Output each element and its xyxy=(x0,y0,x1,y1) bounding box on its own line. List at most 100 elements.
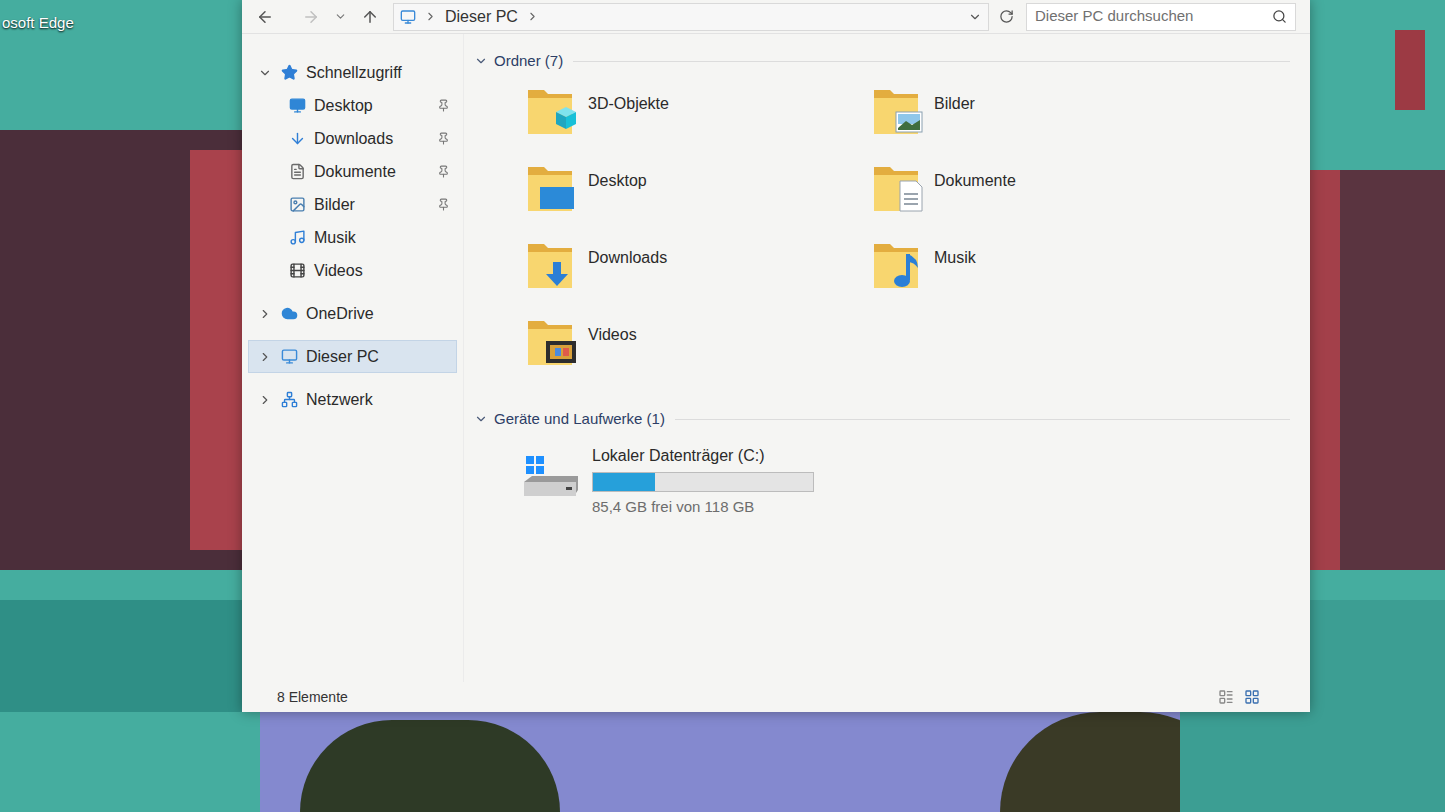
film-icon xyxy=(289,262,306,279)
separator-icon xyxy=(526,10,539,23)
nav-label: Netzwerk xyxy=(306,388,456,412)
folder-label: Videos xyxy=(588,313,637,347)
chevron-right-icon[interactable] xyxy=(258,393,272,407)
folder-document-icon xyxy=(870,159,926,215)
wallpaper-shape xyxy=(190,150,245,550)
nav-label: Downloads xyxy=(314,127,437,151)
section-header[interactable]: Ordner (7) xyxy=(474,50,1290,72)
folder-tile[interactable]: Desktop xyxy=(524,159,870,236)
address-dropdown-icon[interactable] xyxy=(968,10,982,24)
content-pane: Ordner (7) 3D-Objekte Bilder Desktop Dokumen… xyxy=(464,34,1310,682)
pin-icon xyxy=(437,165,450,178)
nav-group[interactable]: OneDrive xyxy=(248,297,457,330)
nav-item[interactable]: Dokumente xyxy=(248,155,457,188)
folder-video-icon xyxy=(524,313,580,369)
nav-group[interactable]: Netzwerk xyxy=(248,383,457,416)
chevron-down-icon[interactable] xyxy=(258,66,272,80)
history-chevron-icon[interactable] xyxy=(334,10,347,23)
folder-download-icon xyxy=(524,236,580,292)
folder-label: Dokumente xyxy=(934,159,1016,193)
section-title: Geräte und Laufwerke (1) xyxy=(494,408,665,431)
wallpaper-shape xyxy=(1395,30,1425,110)
folder-tile[interactable]: Videos xyxy=(524,313,870,390)
nav-group[interactable]: Schnellzugriff xyxy=(248,56,457,89)
folder-tile[interactable]: Musik xyxy=(870,236,1216,313)
chevron-down-icon[interactable] xyxy=(474,412,488,426)
chevron-down-icon[interactable] xyxy=(474,54,488,68)
section-divider xyxy=(573,61,1290,62)
network-icon xyxy=(281,391,298,408)
desktop-shortcut-label[interactable]: osoft Edge xyxy=(2,12,74,35)
nav-item[interactable]: Downloads xyxy=(248,122,457,155)
nav-label: Videos xyxy=(314,259,456,283)
wallpaper-shape xyxy=(0,600,260,712)
nav-item[interactable]: Desktop xyxy=(248,89,457,122)
folder-label: Bilder xyxy=(934,82,975,116)
cloud-icon xyxy=(281,305,298,322)
nav-item[interactable]: Bilder xyxy=(248,188,457,221)
computer-icon xyxy=(400,9,416,25)
desktop-icon xyxy=(289,97,306,114)
address-bar[interactable]: Dieser PC xyxy=(393,3,989,31)
picture-icon xyxy=(289,196,306,213)
search-placeholder: Dieser PC durchsuchen xyxy=(1035,5,1272,28)
folder-cube-icon xyxy=(524,82,580,138)
section-title: Ordner (7) xyxy=(494,50,563,73)
address-row: Dieser PC Dieser PC durchsuchen xyxy=(242,0,1310,34)
nav-label: Dokumente xyxy=(314,160,437,184)
nav-item[interactable]: Videos xyxy=(248,254,457,287)
chevron-right-icon[interactable] xyxy=(258,307,272,321)
folder-tile[interactable]: Bilder xyxy=(870,82,1216,159)
separator-icon xyxy=(424,10,437,23)
drive-label: Lokaler Datenträger (C:) xyxy=(592,444,814,468)
drive-icon xyxy=(522,452,582,502)
pin-icon xyxy=(437,132,450,145)
nav-group[interactable]: Dieser PC xyxy=(248,340,457,373)
folder-music-icon xyxy=(870,236,926,292)
back-arrow-icon[interactable] xyxy=(256,8,274,26)
nav-label: Musik xyxy=(314,226,456,250)
nav-label: Bilder xyxy=(314,193,437,217)
status-bar: 8 Elemente xyxy=(242,682,1310,712)
pin-icon xyxy=(437,198,450,211)
folder-grid: 3D-Objekte Bilder Desktop Dokumente Download… xyxy=(524,82,1290,390)
refresh-icon[interactable] xyxy=(999,9,1014,24)
folder-desktop-icon xyxy=(524,159,580,215)
section-divider xyxy=(675,419,1290,420)
search-icon[interactable] xyxy=(1272,9,1287,24)
drive-reading: 85,4 GB frei von 118 GB xyxy=(592,496,814,519)
folder-label: Downloads xyxy=(588,236,667,270)
nav-item[interactable]: Musik xyxy=(248,221,457,254)
folder-tile[interactable]: Downloads xyxy=(524,236,870,313)
desktop: osoft Edge Dieser PC Dieser PC durchsuchen… xyxy=(0,0,1445,812)
forward-arrow-icon[interactable] xyxy=(302,8,320,26)
music-icon xyxy=(289,229,306,246)
address-segment[interactable]: Dieser PC xyxy=(445,5,518,29)
nav-label: Dieser PC xyxy=(306,345,456,369)
nav-label: Desktop xyxy=(314,94,437,118)
nav-pane: Schnellzugriff Desktop Downloads Dokumente B… xyxy=(242,34,464,682)
drive-usage-bar xyxy=(592,472,814,492)
section-header[interactable]: Geräte und Laufwerke (1) xyxy=(474,408,1290,430)
document-icon xyxy=(289,163,306,180)
nav-label: OneDrive xyxy=(306,302,456,326)
window-body: Schnellzugriff Desktop Downloads Dokumente B… xyxy=(242,34,1310,682)
folder-label: Musik xyxy=(934,236,976,270)
download-icon xyxy=(289,130,306,147)
computer-icon xyxy=(281,348,298,365)
nav-label: Schnellzugriff xyxy=(306,61,456,85)
folder-label: Desktop xyxy=(588,159,647,193)
star-icon xyxy=(281,64,298,81)
tiles-view-icon[interactable] xyxy=(1244,689,1260,705)
search-box[interactable]: Dieser PC durchsuchen xyxy=(1026,3,1296,31)
drive-usage-fill xyxy=(593,473,655,491)
up-arrow-icon[interactable] xyxy=(361,8,379,26)
chevron-right-icon[interactable] xyxy=(258,350,272,364)
details-view-icon[interactable] xyxy=(1218,689,1234,705)
status-count: 8 Elemente xyxy=(277,687,1218,708)
drive-tile[interactable]: Lokaler Datenträger (C:) 85,4 GB frei von… xyxy=(522,444,1290,519)
folder-tile[interactable]: Dokumente xyxy=(870,159,1216,236)
pin-icon xyxy=(437,99,450,112)
folder-tile[interactable]: 3D-Objekte xyxy=(524,82,870,159)
folder-picture-icon xyxy=(870,82,926,138)
